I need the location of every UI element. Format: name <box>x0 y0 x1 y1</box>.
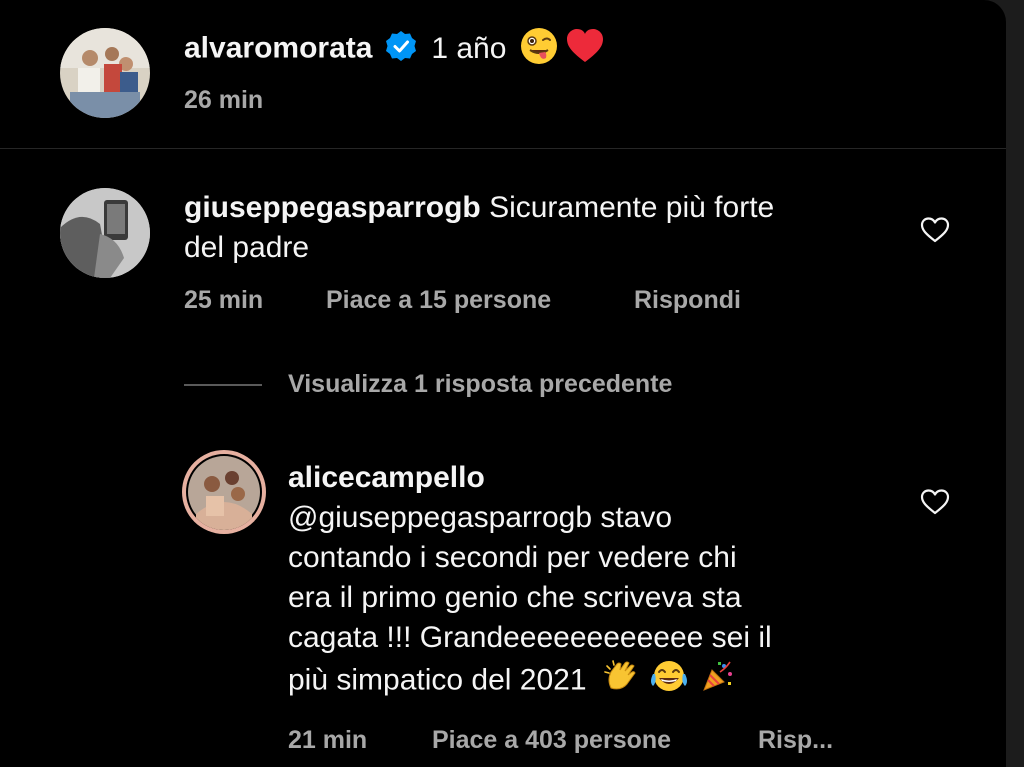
party-popper-emoji <box>700 658 736 705</box>
reply-line-2: contando i secondi per vedere chi <box>288 541 737 574</box>
reply-line-5-row: più simpatico del 2021 <box>288 658 908 705</box>
red-heart-emoji <box>565 27 605 70</box>
reply-line-3: era il primo genio che scriveva sta <box>288 581 742 614</box>
caption-text: 1 año <box>431 31 507 65</box>
reply-time: 21 min <box>288 726 368 754</box>
comment-time: 25 min <box>184 286 264 314</box>
verified-badge-icon <box>385 30 417 67</box>
comment-text-block: giuseppegasparrogb Sicuramente più forte… <box>184 188 884 268</box>
clapping-hands-emoji <box>603 658 639 705</box>
reply-line-1: @giuseppegasparrogb stavo <box>288 501 673 534</box>
view-replies-line <box>184 384 262 386</box>
comment-text-line-1: Sicuramente più forte <box>489 191 775 224</box>
view-previous-replies-button[interactable]: Visualizza 1 risposta precedente <box>288 370 672 399</box>
caption-divider <box>0 148 1006 149</box>
reply-line-5: più simpatico del 2021 <box>288 663 587 697</box>
reply-username[interactable]: alicecampello <box>288 458 908 498</box>
comments-screen: alvaromorata 1 año 26 min giuseppegaspar… <box>0 0 1006 767</box>
avatar-giuseppegasparrogb[interactable] <box>60 188 150 278</box>
caption-time: 26 min <box>184 86 264 114</box>
reply-text-block: alicecampello @giuseppegasparrogb stavo … <box>288 458 908 705</box>
comment-text-line-2: del padre <box>184 231 310 264</box>
winking-tongue-emoji <box>519 26 559 71</box>
tears-of-joy-emoji <box>649 658 689 705</box>
like-heart-icon[interactable] <box>920 216 950 244</box>
avatar-alicecampello[interactable] <box>182 450 266 534</box>
comment-likes-link[interactable]: Piace a 15 persone <box>326 286 551 315</box>
comment-reply-button[interactable]: Rispondi <box>634 286 741 315</box>
caption-username[interactable]: alvaromorata <box>184 32 372 65</box>
caption-line: alvaromorata 1 año <box>184 26 605 70</box>
reply-line-4: cagata !!! Grandeeeeeeeeeeee sei il <box>288 621 772 654</box>
reply-like-heart-icon[interactable] <box>920 488 950 516</box>
comment-username[interactable]: giuseppegasparrogb <box>184 191 481 224</box>
reply-reply-button[interactable]: Risp... <box>758 726 833 755</box>
reply-likes-link[interactable]: Piace a 403 persone <box>432 726 671 755</box>
avatar-alvaromorata[interactable] <box>60 28 150 118</box>
